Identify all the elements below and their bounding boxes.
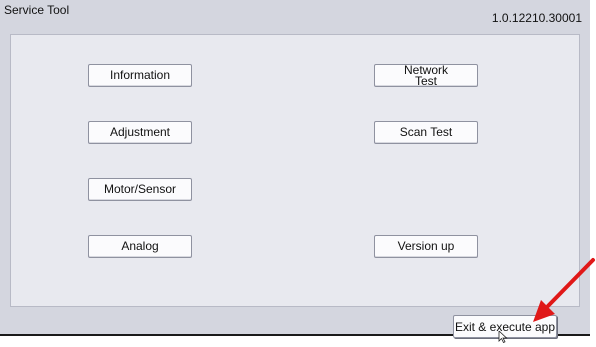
mouse-cursor-icon <box>498 331 508 343</box>
red-arrow-icon <box>533 258 595 322</box>
